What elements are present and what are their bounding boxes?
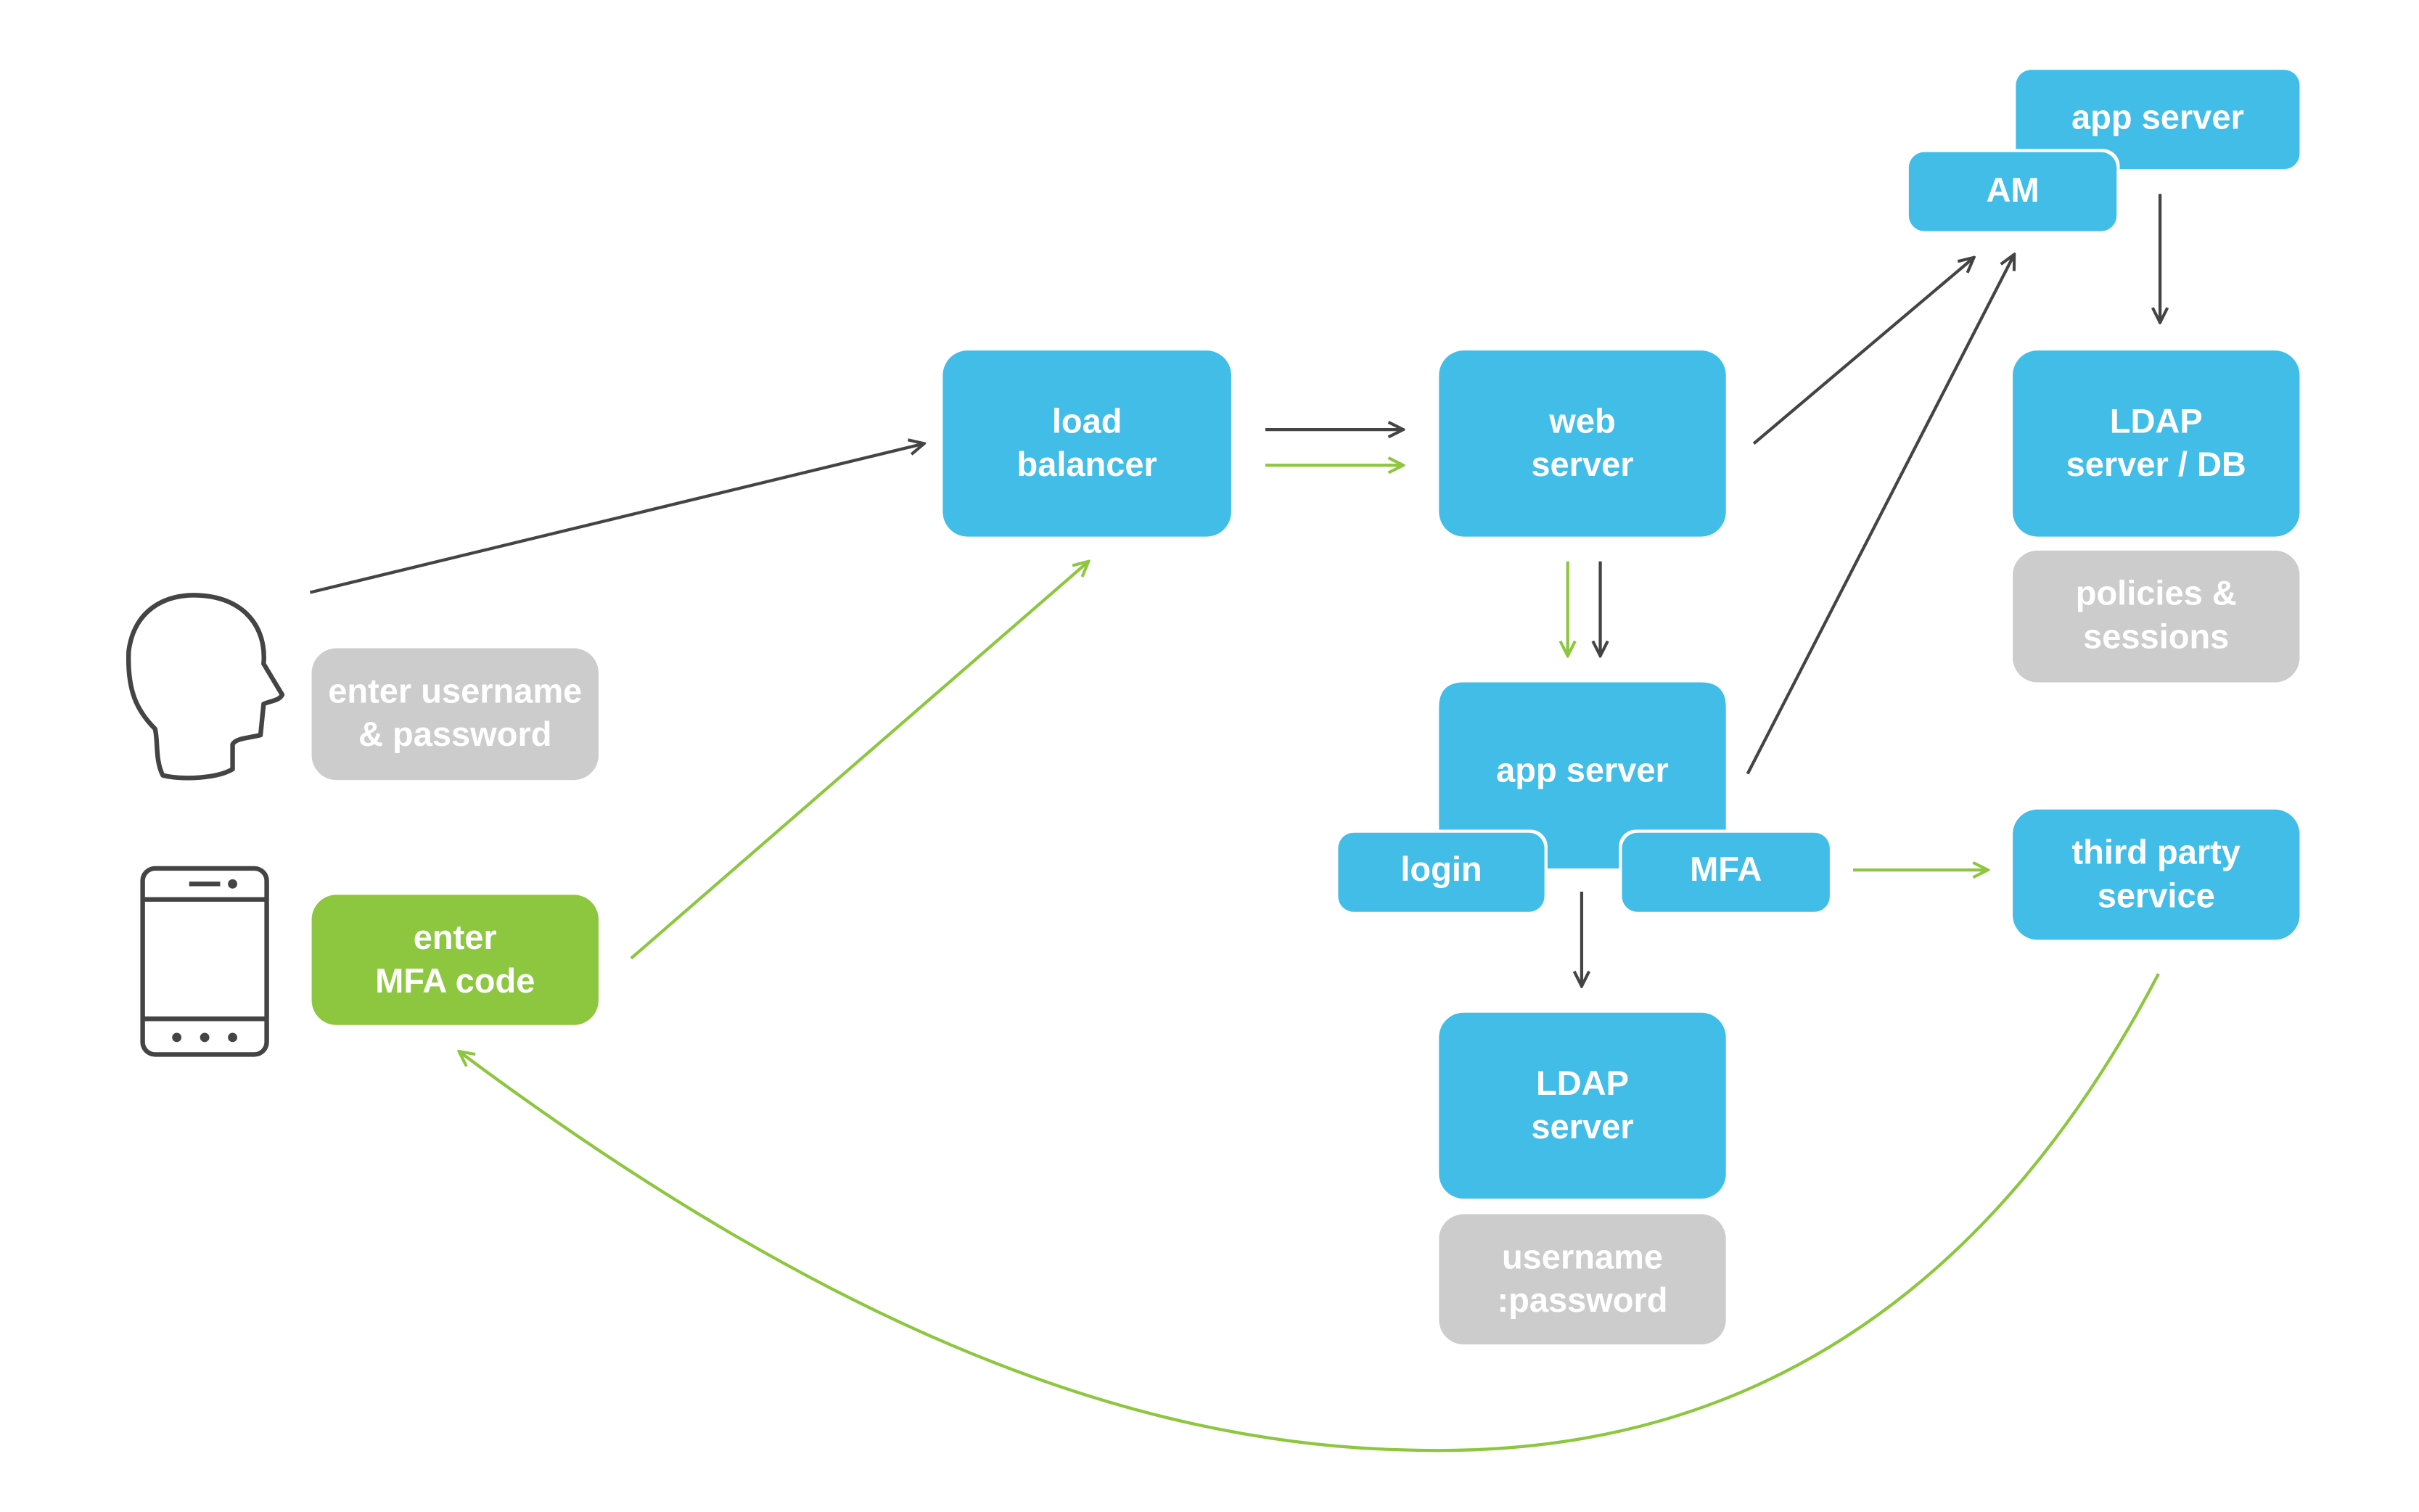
svg-text:username: username: [1502, 1237, 1663, 1275]
svg-text:balancer: balancer: [1017, 445, 1157, 483]
svg-text:web: web: [1548, 401, 1615, 440]
node-ldap-server: LDAP server: [1439, 1012, 1726, 1199]
node-load-balancer: load balancer: [942, 350, 1231, 537]
arrow-mfacode-to-lb: [630, 562, 1088, 960]
svg-text:load: load: [1052, 401, 1122, 440]
svg-text:LDAP: LDAP: [2110, 401, 2203, 440]
auth-flow-diagram: enter username & password enter MFA code…: [126, 70, 2300, 1453]
svg-text:AM: AM: [1987, 170, 2040, 209]
svg-text:login: login: [1400, 850, 1482, 888]
node-mfa: MFA: [1619, 829, 1833, 916]
arrow-user-to-lb: [309, 443, 924, 594]
node-third-party-service: third party service: [2013, 809, 2300, 940]
svg-text:policies &: policies &: [2076, 574, 2237, 612]
node-enter-mfa-code: enter MFA code: [311, 895, 599, 1025]
svg-text:enter username: enter username: [328, 671, 582, 710]
svg-text:server / DB: server / DB: [2066, 445, 2246, 483]
svg-text:sessions: sessions: [2083, 617, 2229, 655]
svg-text::password: :password: [1497, 1281, 1667, 1319]
svg-text:LDAP: LDAP: [1536, 1064, 1629, 1102]
node-credentials-store: username :password: [1439, 1214, 1726, 1345]
svg-text:& password: & password: [358, 715, 551, 753]
smartphone-icon: [140, 866, 269, 1057]
svg-text:app server: app server: [1496, 750, 1669, 789]
node-policies-sessions: policies & sessions: [2013, 550, 2300, 683]
svg-text:server: server: [1531, 1107, 1633, 1146]
arrow-thirdparty-to-mfacode: [459, 973, 2160, 1453]
svg-text:enter: enter: [414, 918, 497, 956]
svg-text:app server: app server: [2071, 98, 2244, 136]
arrow-app-to-am: [1746, 255, 2015, 775]
node-web-server: web server: [1439, 350, 1726, 537]
node-login: login: [1335, 829, 1548, 916]
node-ldap-db: LDAP server / DB: [2013, 350, 2300, 537]
user-head-icon: [126, 593, 285, 781]
svg-text:service: service: [2098, 876, 2215, 914]
node-enter-credentials: enter username & password: [311, 648, 599, 781]
svg-text:MFA code: MFA code: [375, 961, 535, 1000]
svg-text:server: server: [1531, 445, 1633, 483]
node-am: AM: [1905, 149, 2120, 234]
svg-text:third party: third party: [2072, 833, 2241, 871]
svg-text:MFA: MFA: [1690, 850, 1762, 888]
arrow-web-to-am: [1752, 258, 1974, 445]
